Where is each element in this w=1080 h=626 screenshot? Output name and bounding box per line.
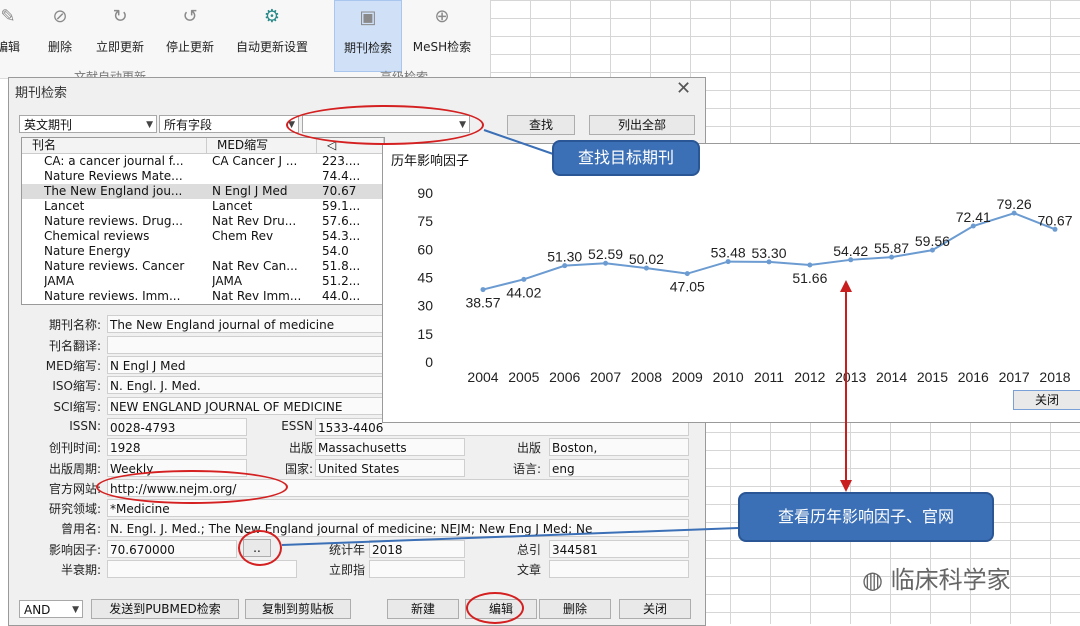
callout-history: 查看历年影响因子、官网 <box>738 492 994 542</box>
arrow-line-search <box>483 129 557 156</box>
arrow-head-up <box>840 280 852 292</box>
watermark: ◍ 临床科学家 <box>862 566 1011 594</box>
arrow-line-history <box>281 527 739 546</box>
wechat-icon: ◍ <box>862 566 891 594</box>
callout-search: 查找目标期刊 <box>552 140 700 176</box>
arrow-head-down <box>840 480 852 492</box>
